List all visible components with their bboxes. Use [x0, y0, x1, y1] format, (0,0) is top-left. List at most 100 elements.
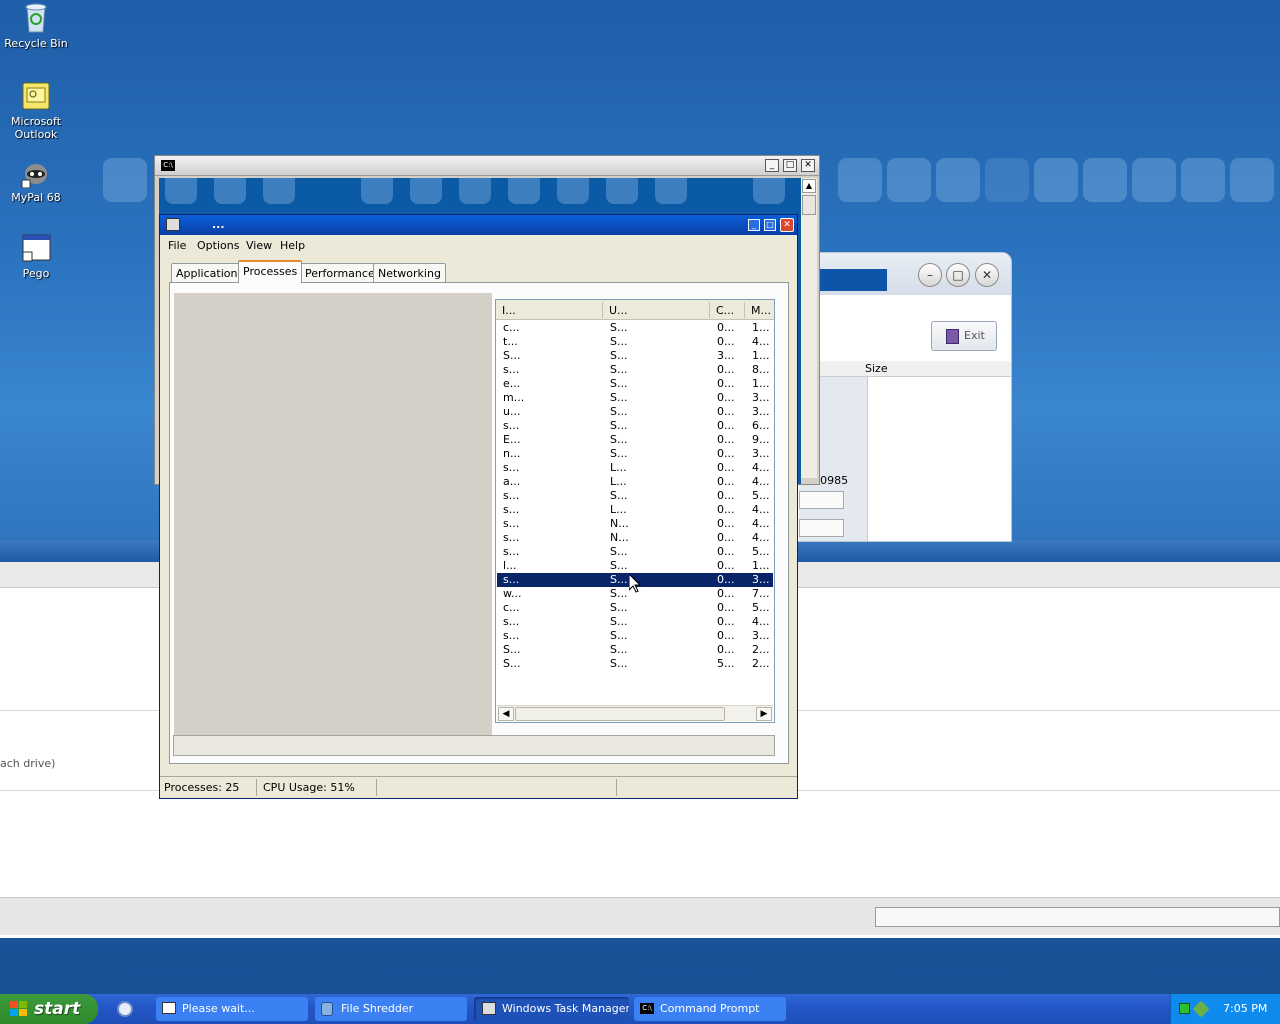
table-cell: c... — [503, 321, 520, 334]
desktop-icon-recycle-bin[interactable]: Recycle Bin — [0, 2, 72, 50]
table-row[interactable]: S... S... 0... 2... — [497, 643, 773, 657]
table-row[interactable]: a... L... 0... 4... — [497, 475, 773, 489]
table-cell: 0... — [717, 545, 735, 558]
desktop-icon-mypal[interactable]: MyPal 68 — [0, 156, 72, 204]
quick-launch-media-icon[interactable] — [117, 1001, 133, 1017]
table-row[interactable]: E... S... 0... 9... — [497, 433, 773, 447]
table-cell: S... — [610, 363, 628, 376]
table-cell: S... — [610, 447, 628, 460]
table-cell: 4... — [752, 503, 770, 516]
table-row[interactable]: n... S... 0... 3... — [497, 447, 773, 461]
size-column-header[interactable]: Size — [865, 362, 888, 375]
table-cell: s... — [503, 461, 520, 474]
table-row[interactable]: s... S... 0... 5... — [497, 545, 773, 559]
table-cell: s... — [503, 363, 520, 376]
console-scrollbar[interactable]: ▲ — [801, 178, 817, 478]
table-cell: s... — [503, 615, 520, 628]
table-cell: 0... — [717, 363, 735, 376]
table-row[interactable]: l... S... 0... 1... — [497, 559, 773, 573]
table-row[interactable]: S... S... 3... 1... — [497, 349, 773, 363]
close-button[interactable]: ✕ — [801, 159, 815, 172]
table-cell: w... — [503, 587, 522, 600]
column-header-memory[interactable]: M... — [751, 304, 771, 317]
table-cell: S... — [610, 335, 628, 348]
table-row[interactable]: S... S... 5... 2... — [497, 657, 773, 671]
table-cell: m... — [503, 391, 525, 404]
task-manager-titlebar[interactable]: ... _ □ ✕ — [160, 215, 797, 235]
table-row[interactable]: m... S... 0... 3... — [497, 391, 773, 405]
table-cell: 4... — [752, 531, 770, 544]
menu-bar: File Options View Help — [160, 237, 797, 255]
process-list[interactable]: I... U... C... M... c... S... 0... 1... t...… — [495, 299, 775, 723]
menu-help[interactable]: Help — [280, 239, 305, 252]
table-cell: 0... — [717, 629, 735, 642]
table-cell: 0... — [717, 559, 735, 572]
maximize-button[interactable]: □ — [764, 219, 776, 231]
minimize-button[interactable]: – — [918, 263, 942, 287]
table-row[interactable]: u... S... 0... 3... — [497, 405, 773, 419]
column-header-image-name[interactable]: I... — [502, 304, 516, 317]
close-button[interactable]: ✕ — [975, 263, 999, 287]
table-cell: 3... — [752, 629, 770, 642]
scroll-left-arrow-icon[interactable]: ◀ — [498, 707, 514, 721]
shredder-icon — [321, 1002, 333, 1016]
table-row[interactable]: s... L... 0... 4... — [497, 503, 773, 517]
taskbar-button-please-wait[interactable]: Please wait... — [156, 997, 308, 1021]
table-row[interactable]: s... L... 0... 4... — [497, 461, 773, 475]
scroll-right-arrow-icon[interactable]: ▶ — [756, 707, 772, 721]
table-row[interactable]: e... S... 0... 1... — [497, 377, 773, 391]
menu-view[interactable]: View — [246, 239, 272, 252]
scroll-thumb[interactable] — [802, 195, 816, 215]
table-row[interactable]: s... S... 0... 4... — [497, 615, 773, 629]
table-row[interactable]: s... N... 0... 4... — [497, 531, 773, 545]
column-header-user-name[interactable]: U... — [609, 304, 628, 317]
start-button[interactable]: start — [0, 994, 98, 1024]
exit-button[interactable]: Exit — [931, 321, 997, 351]
command-prompt-titlebar[interactable]: C:\ _ □ ✕ — [155, 156, 819, 176]
task-manager-window: ... _ □ ✕ File Options View Help Applica… — [159, 214, 798, 799]
table-row[interactable]: c... S... 0... 5... — [497, 601, 773, 615]
menu-options[interactable]: Options — [197, 239, 239, 252]
table-row[interactable]: t... S... 0... 4... — [497, 335, 773, 349]
tab-processes[interactable]: Processes — [238, 260, 303, 283]
desktop-icon-outlook[interactable]: Microsoft Outlook — [0, 80, 72, 141]
taskbar-button-command-prompt[interactable]: C:\ Command Prompt — [634, 997, 786, 1021]
tab-applications[interactable]: Applications — [171, 263, 249, 282]
table-row[interactable]: s... S... 0... 6... — [497, 419, 773, 433]
column-header-cpu[interactable]: C... — [716, 304, 734, 317]
table-row[interactable]: c... S... 0... 1... — [497, 321, 773, 335]
table-cell: 4... — [752, 475, 770, 488]
scroll-up-arrow-icon[interactable]: ▲ — [802, 179, 816, 193]
table-cell: 0... — [717, 517, 735, 530]
horizontal-scrollbar[interactable]: ◀ ▶ — [497, 705, 773, 721]
minimize-button[interactable]: _ — [748, 219, 760, 231]
minimize-button[interactable]: _ — [765, 159, 779, 172]
door-icon — [946, 329, 959, 344]
end-process-bar[interactable] — [173, 735, 775, 756]
table-cell: 1... — [752, 377, 770, 390]
close-button[interactable]: ✕ — [780, 218, 794, 232]
table-cell: S... — [610, 587, 628, 600]
table-cell: s... — [503, 573, 520, 586]
tab-networking[interactable]: Networking — [373, 263, 446, 282]
taskbar-button-task-manager[interactable]: Windows Task Manager — [474, 997, 629, 1021]
system-tray: 7:05 PM — [1170, 994, 1280, 1024]
menu-file[interactable]: File — [168, 239, 186, 252]
maximize-button[interactable]: □ — [783, 159, 797, 172]
tab-performance[interactable]: Performance — [300, 263, 380, 282]
taskbar-button-file-shredder[interactable]: File Shredder — [315, 997, 467, 1021]
status-tray-icon[interactable] — [1179, 1003, 1190, 1014]
desktop-icon-pego[interactable]: Pego — [0, 232, 72, 280]
table-row[interactable]: s... N... 0... 4... — [497, 517, 773, 531]
taskbar-button-label: Windows Task Manager — [502, 1002, 629, 1015]
table-cell: N... — [610, 531, 629, 544]
table-row[interactable]: s... S... 0... 3... — [497, 629, 773, 643]
network-tray-icon[interactable] — [1192, 1000, 1210, 1018]
clock[interactable]: 7:05 PM — [1223, 994, 1267, 1024]
table-row[interactable]: s... S... 0... 8... — [497, 363, 773, 377]
scroll-thumb[interactable] — [515, 707, 725, 721]
maximize-button[interactable]: □ — [946, 263, 970, 287]
table-row[interactable]: s... S... 0... 5... — [497, 489, 773, 503]
table-cell: 5... — [752, 601, 770, 614]
taskbar-button-label: Command Prompt — [660, 1002, 760, 1015]
